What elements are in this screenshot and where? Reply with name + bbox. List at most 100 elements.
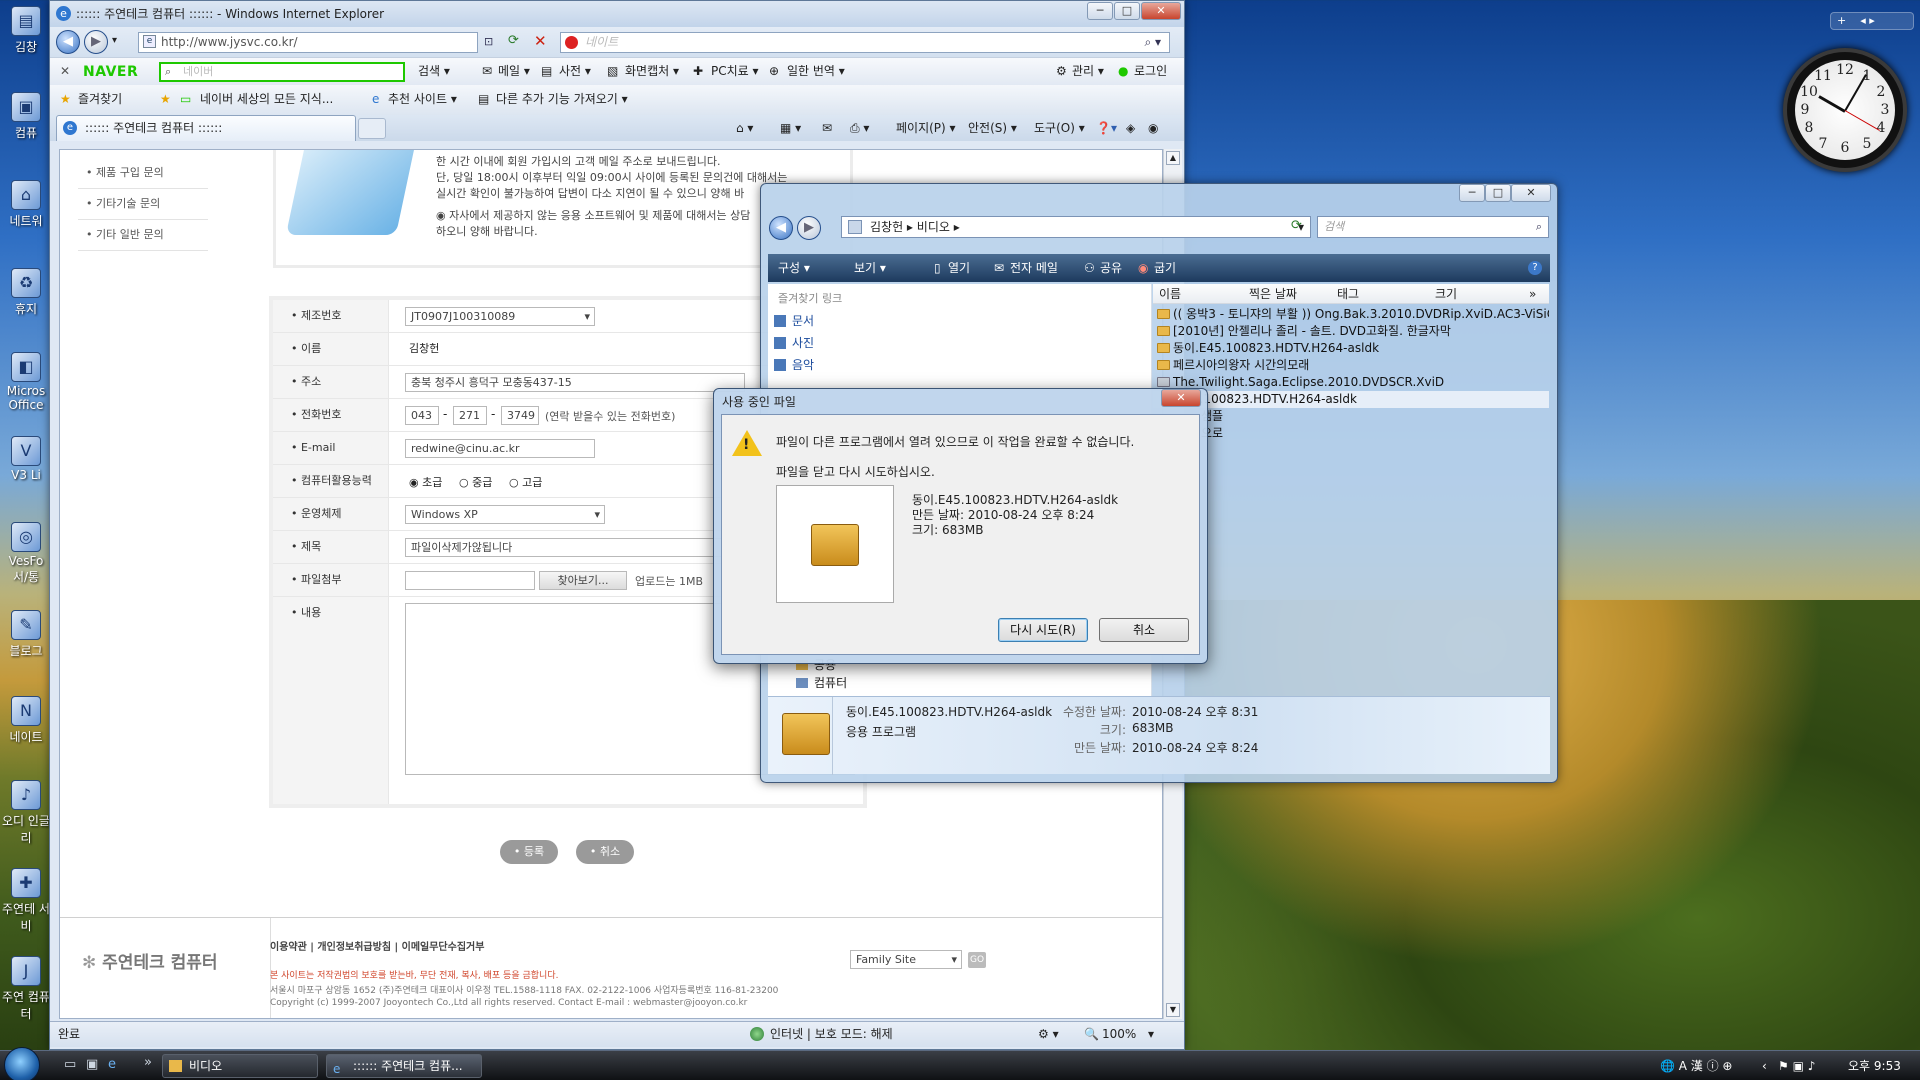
search-input[interactable]: 네이트 ⌕ ▾	[560, 32, 1170, 53]
tray-expand-icon[interactable]: ‹	[1762, 1051, 1767, 1080]
column-more[interactable]: »	[1529, 284, 1536, 304]
feed-icon[interactable]: ▦ ▾	[780, 115, 801, 141]
nav-tech-inquiry[interactable]: • 기타기술 문의	[78, 189, 208, 220]
naver-manage-button[interactable]: 관리 ▾	[1072, 58, 1104, 84]
column-tags[interactable]: 태그	[1337, 284, 1359, 304]
list-item[interactable]: 으로	[1153, 425, 1549, 442]
list-item[interactable]: The.Twilight.Saga.Eclipse.2010.DVDSCR.Xv…	[1153, 374, 1549, 391]
naver-search-button[interactable]: 검색 ▾	[418, 58, 450, 84]
serial-select[interactable]: JT0907J100310089 ▾	[405, 307, 595, 326]
address-bar[interactable]: e http://www.jysvc.co.kr/	[138, 32, 478, 53]
explorer-minimize-button[interactable]: ─	[1459, 184, 1485, 202]
favorite-documents[interactable]: 문서	[768, 312, 1088, 330]
share-button[interactable]: 공유	[1100, 254, 1122, 282]
research-icon[interactable]: ◈	[1126, 115, 1135, 141]
history-dropdown-icon[interactable]: ▾	[112, 35, 117, 46]
show-desktop-icon[interactable]: ▭	[64, 1057, 76, 1072]
tools-menu[interactable]: 도구(O) ▾	[1034, 115, 1085, 141]
toolbar-close-icon[interactable]: ✕	[60, 58, 70, 84]
switch-windows-icon[interactable]: ▣	[86, 1057, 98, 1072]
ie-quicklaunch-icon[interactable]: e	[108, 1057, 116, 1072]
search-icon[interactable]: ⌕	[1536, 217, 1542, 237]
naver-translate-button[interactable]: 일한 번역 ▾	[787, 58, 845, 84]
favorite-suggested-sites[interactable]: 추천 사이트 ▾	[388, 85, 457, 113]
list-item[interactable]: 페르시아의왕자 시간의모래	[1153, 357, 1549, 374]
footer-links[interactable]: 이용약관 | 개인정보취급방침 | 이메일무단수집거부	[270, 938, 484, 953]
explorer-search-input[interactable]: 검색 ⌕	[1317, 216, 1549, 238]
search-icon[interactable]: ⌕ ▾	[1144, 33, 1161, 52]
compat-icon[interactable]: ⊡	[484, 35, 493, 48]
email-field[interactable]: redwine@cinu.ac.kr	[405, 439, 595, 458]
os-select[interactable]: Windows XP ▾	[405, 505, 605, 524]
tree-computer[interactable]: 컴퓨터	[790, 674, 1110, 692]
favorite-addons[interactable]: 다른 추가 기능 가져오기 ▾	[496, 85, 628, 113]
naver-search-input[interactable]: ⌕ 네이버	[159, 62, 405, 82]
favorite-pictures[interactable]: 사진	[768, 334, 1088, 352]
new-tab-button[interactable]	[358, 118, 386, 139]
organize-button[interactable]: 구성 ▾	[778, 254, 810, 282]
subject-field[interactable]: 파일이삭제가않됩니다	[405, 538, 745, 557]
desktop-icon-network[interactable]: ⌂ 네트워	[0, 180, 52, 229]
explorer-maximize-button[interactable]: □	[1485, 184, 1511, 202]
email-button[interactable]: 전자 메일	[1010, 254, 1058, 282]
explorer-forward-button[interactable]: ▶	[797, 216, 821, 240]
desktop-icon-nate[interactable]: N 네이트	[0, 696, 52, 745]
desktop-icon-vesfo[interactable]: ◎ VesFo 서/통	[0, 522, 52, 585]
refresh-icon[interactable]: ⟳	[1291, 218, 1302, 233]
sidebar-controls[interactable]: + ◂ ▸	[1830, 12, 1914, 30]
skill-radio-advanced[interactable]: ○ 고급	[509, 474, 542, 490]
start-button[interactable]	[4, 1047, 40, 1080]
desktop-icon-recycle[interactable]: ♻ 휴지	[0, 268, 52, 317]
desktop-icon-jooyon-service[interactable]: ✚ 주연테 서비	[0, 868, 52, 934]
address-field[interactable]: 충북 청주시 흥덕구 모충동437-15	[405, 373, 745, 392]
column-date[interactable]: 찍은 날짜	[1249, 284, 1297, 304]
tab-jooyontech[interactable]: e:::::: 주연테크 컴퓨터 ::::::	[56, 115, 356, 141]
network-tray-icon[interactable]: ⚑ ▣ ♪	[1778, 1051, 1815, 1080]
file-path-field[interactable]	[405, 571, 535, 590]
help-icon[interactable]: ❓▾	[1096, 115, 1117, 141]
desktop-icon-jooyon-computer[interactable]: J 주연 컴퓨터	[0, 956, 52, 1022]
cancel-button[interactable]: • 취소	[576, 840, 634, 864]
desktop-icon-office[interactable]: ◧ Micros Office	[0, 352, 52, 412]
zoom-dropdown-icon[interactable]: ▾	[1148, 1022, 1154, 1046]
favorite-music[interactable]: 음악	[768, 356, 1088, 374]
language-icon[interactable]: 🌐 A 漢 ⓘ ⊕	[1660, 1051, 1732, 1080]
maximize-button[interactable]: □	[1114, 2, 1140, 20]
read-mail-icon[interactable]: ✉	[822, 115, 832, 141]
messenger-icon[interactable]: ◉	[1148, 115, 1158, 141]
family-site-select[interactable]: Family Site ▾	[850, 950, 962, 969]
dialog-cancel-button[interactable]: 취소	[1099, 618, 1189, 642]
list-item[interactable]: [2010년] 안젤리나 졸리 - 솔트. DVD고화질. 한글자막	[1153, 323, 1549, 340]
explorer-close-button[interactable]: ✕	[1511, 184, 1551, 202]
submit-button[interactable]: • 등록	[500, 840, 558, 864]
browse-button[interactable]: 찾아보기...	[539, 571, 627, 590]
home-icon[interactable]: ⌂ ▾	[736, 115, 753, 141]
naver-mail-button[interactable]: 메일 ▾	[498, 58, 530, 84]
desktop-icon-audio-english[interactable]: ♪ 오디 인글리	[0, 780, 52, 846]
safety-menu[interactable]: 안전(S) ▾	[968, 115, 1017, 141]
taskbar-item-video[interactable]: 비디오	[162, 1054, 318, 1078]
desktop-icon-blog[interactable]: ✎ 블로그	[0, 610, 52, 659]
help-icon[interactable]: ?	[1528, 261, 1542, 275]
zoom-level[interactable]: 100%	[1102, 1022, 1136, 1046]
naver-logo[interactable]: NAVER	[83, 62, 138, 82]
column-name[interactable]: 이름	[1159, 284, 1181, 304]
forward-button[interactable]: ▶	[84, 30, 108, 54]
close-button[interactable]: ✕	[1141, 2, 1181, 20]
open-button[interactable]: 열기	[948, 254, 970, 282]
back-button[interactable]: ◀	[56, 30, 80, 54]
scroll-up-icon[interactable]: ▲	[1166, 151, 1180, 165]
list-item[interactable]: 동이.E45.100823.HDTV.H264-asldk	[1153, 340, 1549, 357]
naver-pc-cure-button[interactable]: PC치료 ▾	[711, 58, 759, 84]
naver-dictionary-button[interactable]: 사전 ▾	[559, 58, 591, 84]
breadcrumb[interactable]: 김창헌 ▸ 비디오 ▸ ▾	[841, 216, 1311, 238]
zone-status[interactable]: 인터넷 | 보호 모드: 해제	[770, 1022, 893, 1046]
scroll-down-icon[interactable]: ▼	[1166, 1003, 1180, 1017]
dialog-close-button[interactable]: ✕	[1161, 389, 1201, 407]
favorites-button[interactable]: 즐겨찾기	[78, 85, 122, 113]
skill-radio-intermediate[interactable]: ○ 중급	[459, 474, 492, 490]
desktop-icon-user[interactable]: ▤ 김창	[0, 6, 52, 55]
refresh-icon[interactable]: ⟳	[508, 33, 519, 48]
list-item[interactable]: 샘플	[1153, 408, 1549, 425]
overflow-icon[interactable]: »	[144, 1055, 152, 1070]
